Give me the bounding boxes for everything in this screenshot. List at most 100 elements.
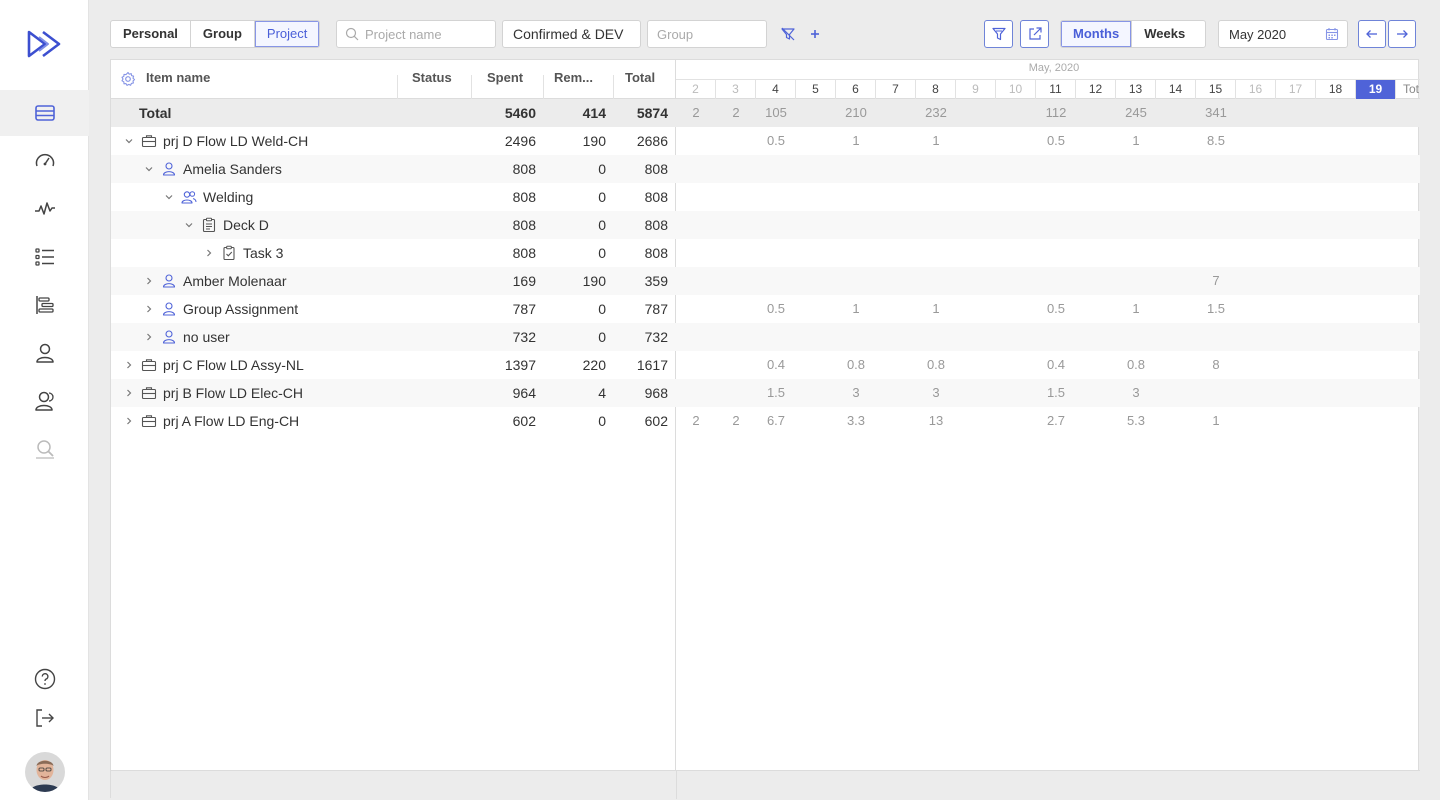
day-cell[interactable] [956,99,996,127]
logout-icon[interactable] [0,695,89,741]
day-cell[interactable]: 0.8 [1116,351,1156,379]
day-cell[interactable]: 1 [1116,127,1156,155]
day-cell[interactable] [1236,295,1276,323]
day-cell[interactable]: 232 [916,99,956,127]
day-cell[interactable] [1156,351,1196,379]
day-cell[interactable] [1236,99,1276,127]
day-cell[interactable] [1076,379,1116,407]
day-cell[interactable] [796,211,836,239]
nav-user-icon[interactable] [0,330,89,376]
day-cell[interactable] [1236,127,1276,155]
day-cell[interactable] [1036,183,1076,211]
table-row[interactable]: Amber Molenaar 169 190 359 [111,267,676,295]
day-cell[interactable] [1076,183,1116,211]
nav-team-icon[interactable] [0,378,89,424]
day-cell[interactable] [1196,379,1236,407]
day-cell[interactable] [876,407,916,435]
day-cell[interactable] [1196,323,1236,351]
day-cell[interactable] [1076,267,1116,295]
day-cell[interactable]: 0.4 [756,351,796,379]
day-cell[interactable]: 1 [836,127,876,155]
day-cell[interactable] [1076,239,1116,267]
day-cell[interactable]: 0.5 [1036,295,1076,323]
day-cell[interactable] [1316,239,1356,267]
day-cell[interactable] [1116,211,1156,239]
day-cell[interactable] [1356,127,1396,155]
day-cell[interactable] [796,155,836,183]
day-header[interactable]: 11 [1036,80,1076,99]
day-cell[interactable]: 13 [916,407,956,435]
day-cell[interactable] [1156,379,1196,407]
day-cell[interactable] [716,379,756,407]
day-cell[interactable] [796,267,836,295]
day-cell[interactable] [1316,407,1356,435]
day-header[interactable]: 12 [1076,80,1116,99]
nav-activity-icon[interactable] [0,186,89,232]
tab-months[interactable]: Months [1061,21,1133,47]
table-row[interactable]: Deck D 808 0 808 [111,211,676,239]
day-cell[interactable] [1316,295,1356,323]
day-cell[interactable]: 1 [1116,295,1156,323]
chevron-down-icon[interactable] [181,217,197,233]
day-cell[interactable] [996,211,1036,239]
day-cell[interactable] [1116,183,1156,211]
column-settings-icon[interactable] [120,71,136,87]
day-cell[interactable] [1276,127,1316,155]
day-cell[interactable] [996,99,1036,127]
day-cell[interactable] [876,127,916,155]
day-cell[interactable] [1156,183,1196,211]
day-cell[interactable] [756,211,796,239]
day-cell[interactable] [1356,379,1396,407]
day-cell[interactable] [1236,379,1276,407]
day-header[interactable]: 4 [756,80,796,99]
day-cell[interactable]: 0.4 [1036,351,1076,379]
header-separator[interactable] [471,75,472,99]
day-header[interactable]: 13 [1116,80,1156,99]
table-row[interactable]: Task 3 808 0 808 [111,239,676,267]
day-cell[interactable] [836,183,876,211]
day-cell[interactable] [796,379,836,407]
project-search-input[interactable] [365,26,495,42]
header-status[interactable]: Status [412,70,452,85]
day-cell[interactable] [1356,183,1396,211]
day-cell[interactable]: 2 [676,99,716,127]
day-cell[interactable] [996,351,1036,379]
day-cell[interactable]: 3 [1116,379,1156,407]
day-cell[interactable] [796,323,836,351]
day-cell[interactable] [956,323,996,351]
header-spent[interactable]: Spent [487,70,523,85]
day-cell[interactable]: 3 [836,379,876,407]
day-cell[interactable] [716,295,756,323]
day-cell[interactable] [1316,211,1356,239]
day-cell[interactable] [876,323,916,351]
table-row[interactable]: prj D Flow LD Weld-CH 2496 190 2686 [111,127,676,155]
day-cell[interactable] [1076,351,1116,379]
day-cell[interactable]: 341 [1196,99,1236,127]
day-cell[interactable] [1156,323,1196,351]
day-cell[interactable] [1196,239,1236,267]
day-cell[interactable] [1236,211,1276,239]
day-cell[interactable] [756,239,796,267]
day-cell[interactable] [1316,183,1356,211]
prev-period-button[interactable] [1358,20,1386,48]
day-cell[interactable]: 8.5 [1196,127,1236,155]
day-cell[interactable] [1276,239,1316,267]
day-cell[interactable] [956,379,996,407]
chevron-down-icon[interactable] [161,189,177,205]
day-cell[interactable] [1316,351,1356,379]
day-cell[interactable] [956,351,996,379]
day-cell[interactable] [1316,155,1356,183]
chevron-down-icon[interactable] [121,133,137,149]
day-header-today[interactable]: 19 [1356,80,1396,99]
day-cell[interactable] [1316,267,1356,295]
day-cell[interactable] [676,351,716,379]
nav-gantt-icon[interactable] [0,282,89,328]
day-cell[interactable] [676,211,716,239]
day-cell[interactable]: 2 [716,99,756,127]
day-cell[interactable] [756,323,796,351]
day-cell[interactable] [1036,239,1076,267]
day-cell[interactable] [676,127,716,155]
day-cell[interactable] [1236,183,1276,211]
day-cell[interactable]: 5.3 [1116,407,1156,435]
day-cell[interactable] [1356,323,1396,351]
